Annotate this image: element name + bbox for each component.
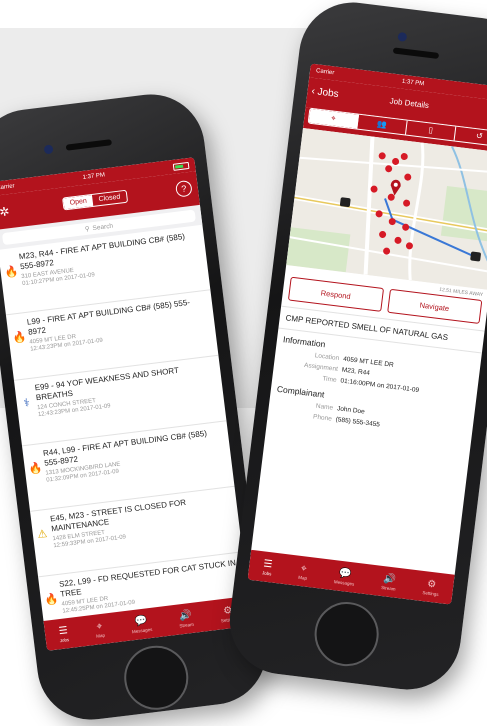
tab-stream[interactable]: 🔊 Stream	[381, 573, 397, 592]
earpiece-speaker	[65, 139, 113, 151]
open-closed-toggle: Open Closed	[62, 189, 129, 211]
earpiece-speaker	[392, 47, 440, 59]
tab-label: Settings	[422, 589, 439, 597]
tab-label: Map	[95, 632, 106, 639]
tab-label: Messages	[131, 626, 153, 634]
tab-label: Stream	[179, 621, 195, 628]
front-camera	[43, 144, 54, 155]
fire-icon: 🔥	[28, 462, 44, 476]
jobs-list-screen: Carrier 1:37 PM ✲ Open Closed ? ⚲ Search…	[0, 157, 252, 651]
carrier-label: Carrier	[0, 183, 16, 192]
segment-open[interactable]: Open	[63, 194, 94, 210]
tab-messages[interactable]: 💬 Messages	[130, 614, 153, 634]
medical-icon: ⚕	[23, 397, 31, 410]
tab-jobs[interactable]: ☰ Jobs	[58, 625, 70, 643]
tab-map[interactable]: ⌖ Map	[94, 620, 105, 638]
jobs-list: 🔥 M23, R44 - FIRE AT APT BUILDING CB# (5…	[0, 224, 251, 643]
tab-label: Messages	[333, 578, 355, 587]
detail-value: (585) 555-3455	[335, 416, 381, 429]
history-icon[interactable]: ↺	[455, 127, 487, 147]
front-camera	[397, 31, 408, 42]
home-button[interactable]	[120, 642, 192, 714]
fire-icon: 🔥	[12, 331, 28, 345]
tab-jobs[interactable]: ☰ Jobs	[262, 558, 274, 576]
home-button[interactable]	[310, 598, 383, 670]
tab-bar: ☰ Jobs ⌖ Map 💬 Messages 🔊 Stream ⚙ Settings	[247, 549, 455, 605]
clock: 1:37 PM	[82, 172, 106, 181]
tab-label: Map	[298, 574, 308, 581]
segment-closed[interactable]: Closed	[92, 191, 127, 206]
tab-label: Stream	[380, 584, 396, 592]
tab-map[interactable]: ⌖ Map	[298, 562, 309, 581]
battery-icon	[172, 161, 190, 171]
incident-map[interactable]	[286, 127, 487, 290]
tab-label: Jobs	[59, 636, 70, 643]
carrier-label: Carrier	[315, 68, 335, 77]
map-pin-icon: ⌖	[95, 620, 103, 633]
settings-gear-icon[interactable]: ✲	[0, 204, 10, 219]
fire-icon: 🔥	[4, 265, 20, 280]
search-icon: ⚲	[84, 225, 91, 234]
tab-label: Jobs	[261, 569, 272, 576]
clock: 1:37 PM	[401, 78, 425, 88]
map-pin-icon: ⌖	[300, 562, 308, 575]
map-canvas	[286, 127, 487, 290]
tab-settings[interactable]: ⚙ Settings	[422, 578, 440, 597]
gear-icon: ⚙	[426, 578, 437, 591]
tab-messages[interactable]: 💬 Messages	[334, 567, 356, 586]
tab-stream[interactable]: 🔊 Stream	[178, 609, 194, 628]
list-icon: ☰	[262, 557, 274, 570]
help-icon[interactable]: ?	[174, 179, 193, 198]
search-placeholder: Search	[92, 222, 114, 232]
